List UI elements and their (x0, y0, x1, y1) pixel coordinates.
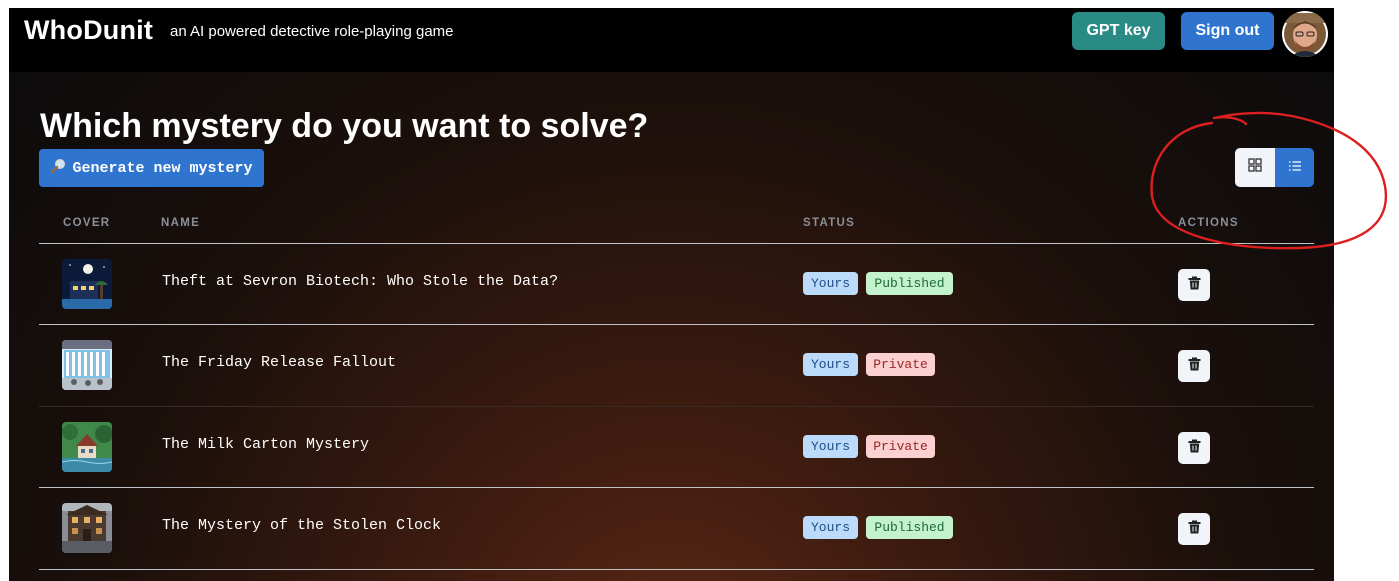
mystery-title[interactable]: The Mystery of the Stolen Clock (162, 517, 441, 534)
view-toggle (1235, 148, 1314, 187)
trash-icon (1188, 276, 1201, 295)
list-icon (1288, 159, 1302, 177)
trash-icon (1188, 357, 1201, 376)
trash-icon (1188, 439, 1201, 458)
mystery-title[interactable]: The Friday Release Fallout (162, 354, 396, 371)
page-title: Which mystery do you want to solve? (40, 107, 649, 145)
owner-badge: Yours (803, 516, 858, 539)
mystery-title[interactable]: The Milk Carton Mystery (162, 436, 369, 453)
status-badge: Private (866, 435, 935, 458)
magnifying-glass-icon (50, 158, 66, 179)
delete-button[interactable] (1178, 432, 1210, 464)
generate-mystery-button[interactable]: Generate new mystery (39, 149, 264, 187)
owner-badge: Yours (803, 272, 858, 295)
mystery-cover-image[interactable] (62, 422, 112, 472)
table-row[interactable]: The Milk Carton Mystery Yours Private (39, 407, 1314, 487)
status-badge: Published (866, 272, 953, 295)
avatar[interactable] (1282, 11, 1328, 57)
list-view-button[interactable] (1275, 148, 1314, 187)
mystery-title[interactable]: Theft at Sevron Biotech: Who Stole the D… (162, 273, 558, 290)
gpt-key-button[interactable]: GPT key (1072, 12, 1165, 50)
mystery-cover-image[interactable] (62, 503, 112, 553)
column-header-name: NAME (161, 217, 201, 229)
table-row[interactable]: Theft at Sevron Biotech: Who Stole the D… (39, 244, 1314, 324)
mystery-cover-image[interactable] (62, 340, 112, 390)
column-header-cover: COVER (63, 217, 111, 229)
grid-view-button[interactable] (1235, 148, 1275, 187)
table-row[interactable]: The Friday Release Fallout Yours Private (39, 325, 1314, 405)
status-badge: Published (866, 516, 953, 539)
column-header-actions: ACTIONS (1178, 217, 1239, 229)
generate-mystery-label: Generate new mystery (72, 159, 253, 177)
grid-icon (1248, 158, 1262, 177)
table-row[interactable]: The Mystery of the Stolen Clock Yours Pu… (39, 488, 1314, 568)
owner-badge: Yours (803, 435, 858, 458)
owner-badge: Yours (803, 353, 858, 376)
delete-button[interactable] (1178, 269, 1210, 301)
delete-button[interactable] (1178, 350, 1210, 382)
status-badge: Private (866, 353, 935, 376)
delete-button[interactable] (1178, 513, 1210, 545)
column-header-status: STATUS (803, 217, 856, 229)
trash-icon (1188, 520, 1201, 539)
table-divider (39, 569, 1314, 570)
top-nav-bar: WhoDunit an AI powered detective role-pl… (9, 8, 1334, 72)
sign-out-button[interactable]: Sign out (1181, 12, 1274, 50)
brand-logo[interactable]: WhoDunit (24, 15, 153, 46)
app-frame: WhoDunit an AI powered detective role-pl… (9, 8, 1334, 581)
tagline: an AI powered detective role-playing gam… (170, 23, 454, 40)
mystery-cover-image[interactable] (62, 259, 112, 309)
